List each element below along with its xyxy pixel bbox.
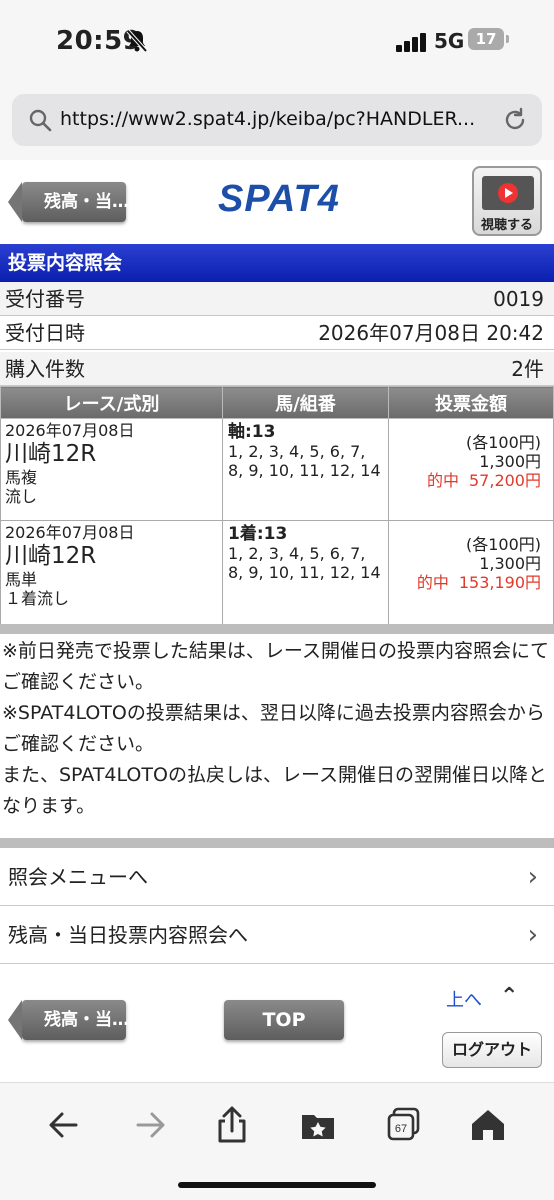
video-icon (482, 176, 534, 210)
purchase-count-row: 購入件数 2件 (0, 352, 554, 386)
watch-video-button[interactable]: 視聴する (472, 166, 542, 236)
receipt-number-row: 受付番号 0019 (0, 282, 554, 316)
combo-list: 1, 2, 3, 4, 5, 6, 7, 8, 9, 10, 11, 12, 1… (228, 544, 381, 582)
battery-icon: 17 (468, 28, 504, 50)
hit-label: 的中 (416, 573, 449, 592)
chevron-right-icon: › (527, 920, 538, 950)
col-bet-amount: 投票金額 (388, 386, 554, 419)
hit-amount: 57,200円 (469, 471, 541, 490)
inquiry-menu-link[interactable]: 照会メニューへ › (0, 848, 554, 906)
hit-label: 的中 (426, 471, 459, 490)
total-amount: 1,300円 (479, 452, 541, 471)
watch-video-label: 視聴する (480, 218, 533, 233)
bell-slash-icon (126, 29, 148, 53)
divider (0, 624, 554, 634)
race-name: 川崎12R (5, 543, 97, 569)
amount-cell: (各100円) 1,300円 的中 57,200円 (388, 418, 554, 521)
bet-type: 馬複 (5, 468, 38, 487)
axis-horse: 1着:13 (228, 524, 288, 544)
hit-amount: 153,190円 (458, 573, 541, 592)
bet-table: レース/式別 馬/組番 投票金額 2026年07月08日 川崎12R 馬複 流し… (0, 386, 554, 625)
home-icon[interactable] (468, 1105, 508, 1145)
race-date: 2026年07月08日 (5, 523, 135, 542)
browser-address-bar: https://www2.spat4.jp/keiba/pc?HANDLER..… (0, 80, 554, 160)
table-row: 2026年07月08日 川崎12R 馬複 流し 軸:13 1, 2, 3, 4,… (0, 418, 554, 521)
notice-line: また、SPAT4LOTOの払戻しは、レース開催日の翌開催日以降となります。 (2, 764, 547, 817)
receipt-datetime-label: 受付日時 (5, 321, 85, 345)
page-up-link[interactable]: 上へ (446, 986, 482, 1012)
chevron-up-icon[interactable]: ⌃ (500, 984, 518, 1009)
table-row: 2026年07月08日 川崎12R 馬単 １着流し 1着:13 1, 2, 3,… (0, 520, 554, 625)
back-arrow-icon[interactable] (44, 1105, 84, 1145)
notice-line: ※SPAT4LOTOの投票結果は、翌日以降に過去投票内容照会からご確認ください。 (2, 702, 545, 755)
network-type: 5G (434, 29, 465, 53)
combo-list: 1, 2, 3, 4, 5, 6, 7, 8, 9, 10, 11, 12, 1… (228, 442, 381, 480)
table-header: レース/式別 馬/組番 投票金額 (0, 386, 554, 419)
url-field[interactable]: https://www2.spat4.jp/keiba/pc?HANDLER..… (12, 94, 542, 146)
race-cell: 2026年07月08日 川崎12R 馬単 １着流し (0, 520, 223, 625)
unit-price: (各100円) (465, 433, 541, 452)
unit-price: (各100円) (465, 535, 541, 554)
forward-arrow-icon[interactable] (130, 1105, 170, 1145)
total-amount: 1,300円 (479, 554, 541, 573)
spat4-logo[interactable]: SPAT4 (218, 178, 340, 221)
purchase-count-label: 購入件数 (5, 357, 85, 381)
bet-method: 流し (5, 487, 38, 506)
bet-type: 馬単 (5, 570, 38, 589)
receipt-number-value: 0019 (493, 287, 544, 311)
search-icon (29, 109, 52, 132)
footer-balance-back-button[interactable]: 残高・当… (8, 1000, 129, 1040)
col-horse-combo: 馬/組番 (222, 386, 389, 419)
race-cell: 2026年07月08日 川崎12R 馬複 流し (0, 418, 223, 521)
battery-tip (506, 35, 509, 43)
amount-cell: (各100円) 1,300円 的中 153,190円 (388, 520, 554, 625)
race-date: 2026年07月08日 (5, 421, 135, 440)
tab-count: 67 (395, 1123, 407, 1135)
tabs-icon[interactable]: 67 (384, 1105, 424, 1145)
top-button[interactable]: TOP (224, 1000, 344, 1040)
site-header: 残高・当… SPAT4 視聴する (0, 160, 554, 244)
combo-cell: 軸:13 1, 2, 3, 4, 5, 6, 7, 8, 9, 10, 11, … (222, 418, 389, 521)
combo-cell: 1着:13 1, 2, 3, 4, 5, 6, 7, 8, 9, 10, 11,… (222, 520, 389, 625)
signal-icon (396, 30, 430, 52)
balance-back-button[interactable]: 残高・当… (8, 182, 129, 222)
notice-line: ※前日発売で投票した結果は、レース開催日の投票内容照会にてご確認ください。 (2, 640, 549, 693)
page-title: 投票内容照会 (0, 244, 554, 282)
divider (0, 838, 554, 848)
home-indicator (178, 1182, 376, 1188)
share-icon[interactable] (212, 1105, 252, 1145)
bet-method: １着流し (5, 589, 70, 608)
menu-label: 残高・当日投票内容照会へ (8, 923, 248, 947)
col-race-type: レース/式別 (0, 386, 223, 419)
url-text: https://www2.spat4.jp/keiba/pc?HANDLER..… (60, 108, 476, 130)
hit-payout: 的中 153,190円 (393, 573, 541, 592)
axis-horse: 軸:13 (228, 422, 276, 442)
race-name: 川崎12R (5, 441, 97, 467)
receipt-number-label: 受付番号 (5, 287, 85, 311)
chevron-right-icon: › (527, 862, 538, 892)
hit-payout: 的中 57,200円 (393, 471, 541, 490)
receipt-datetime-value: 2026年07月08日 20:42 (318, 321, 544, 345)
receipt-datetime-row: 受付日時 2026年07月08日 20:42 (0, 316, 554, 350)
bookmarks-icon[interactable] (298, 1105, 338, 1145)
reload-icon[interactable] (502, 107, 528, 133)
notice-text: ※前日発売で投票した結果は、レース開催日の投票内容照会にてご確認ください。 ※S… (2, 636, 552, 822)
purchase-count-value: 2件 (511, 357, 544, 381)
balance-today-link[interactable]: 残高・当日投票内容照会へ › (0, 906, 554, 964)
menu-label: 照会メニューへ (8, 865, 148, 889)
logout-button[interactable]: ログアウト (442, 1032, 542, 1068)
status-bar: 20:59 5G 17 (0, 0, 554, 80)
